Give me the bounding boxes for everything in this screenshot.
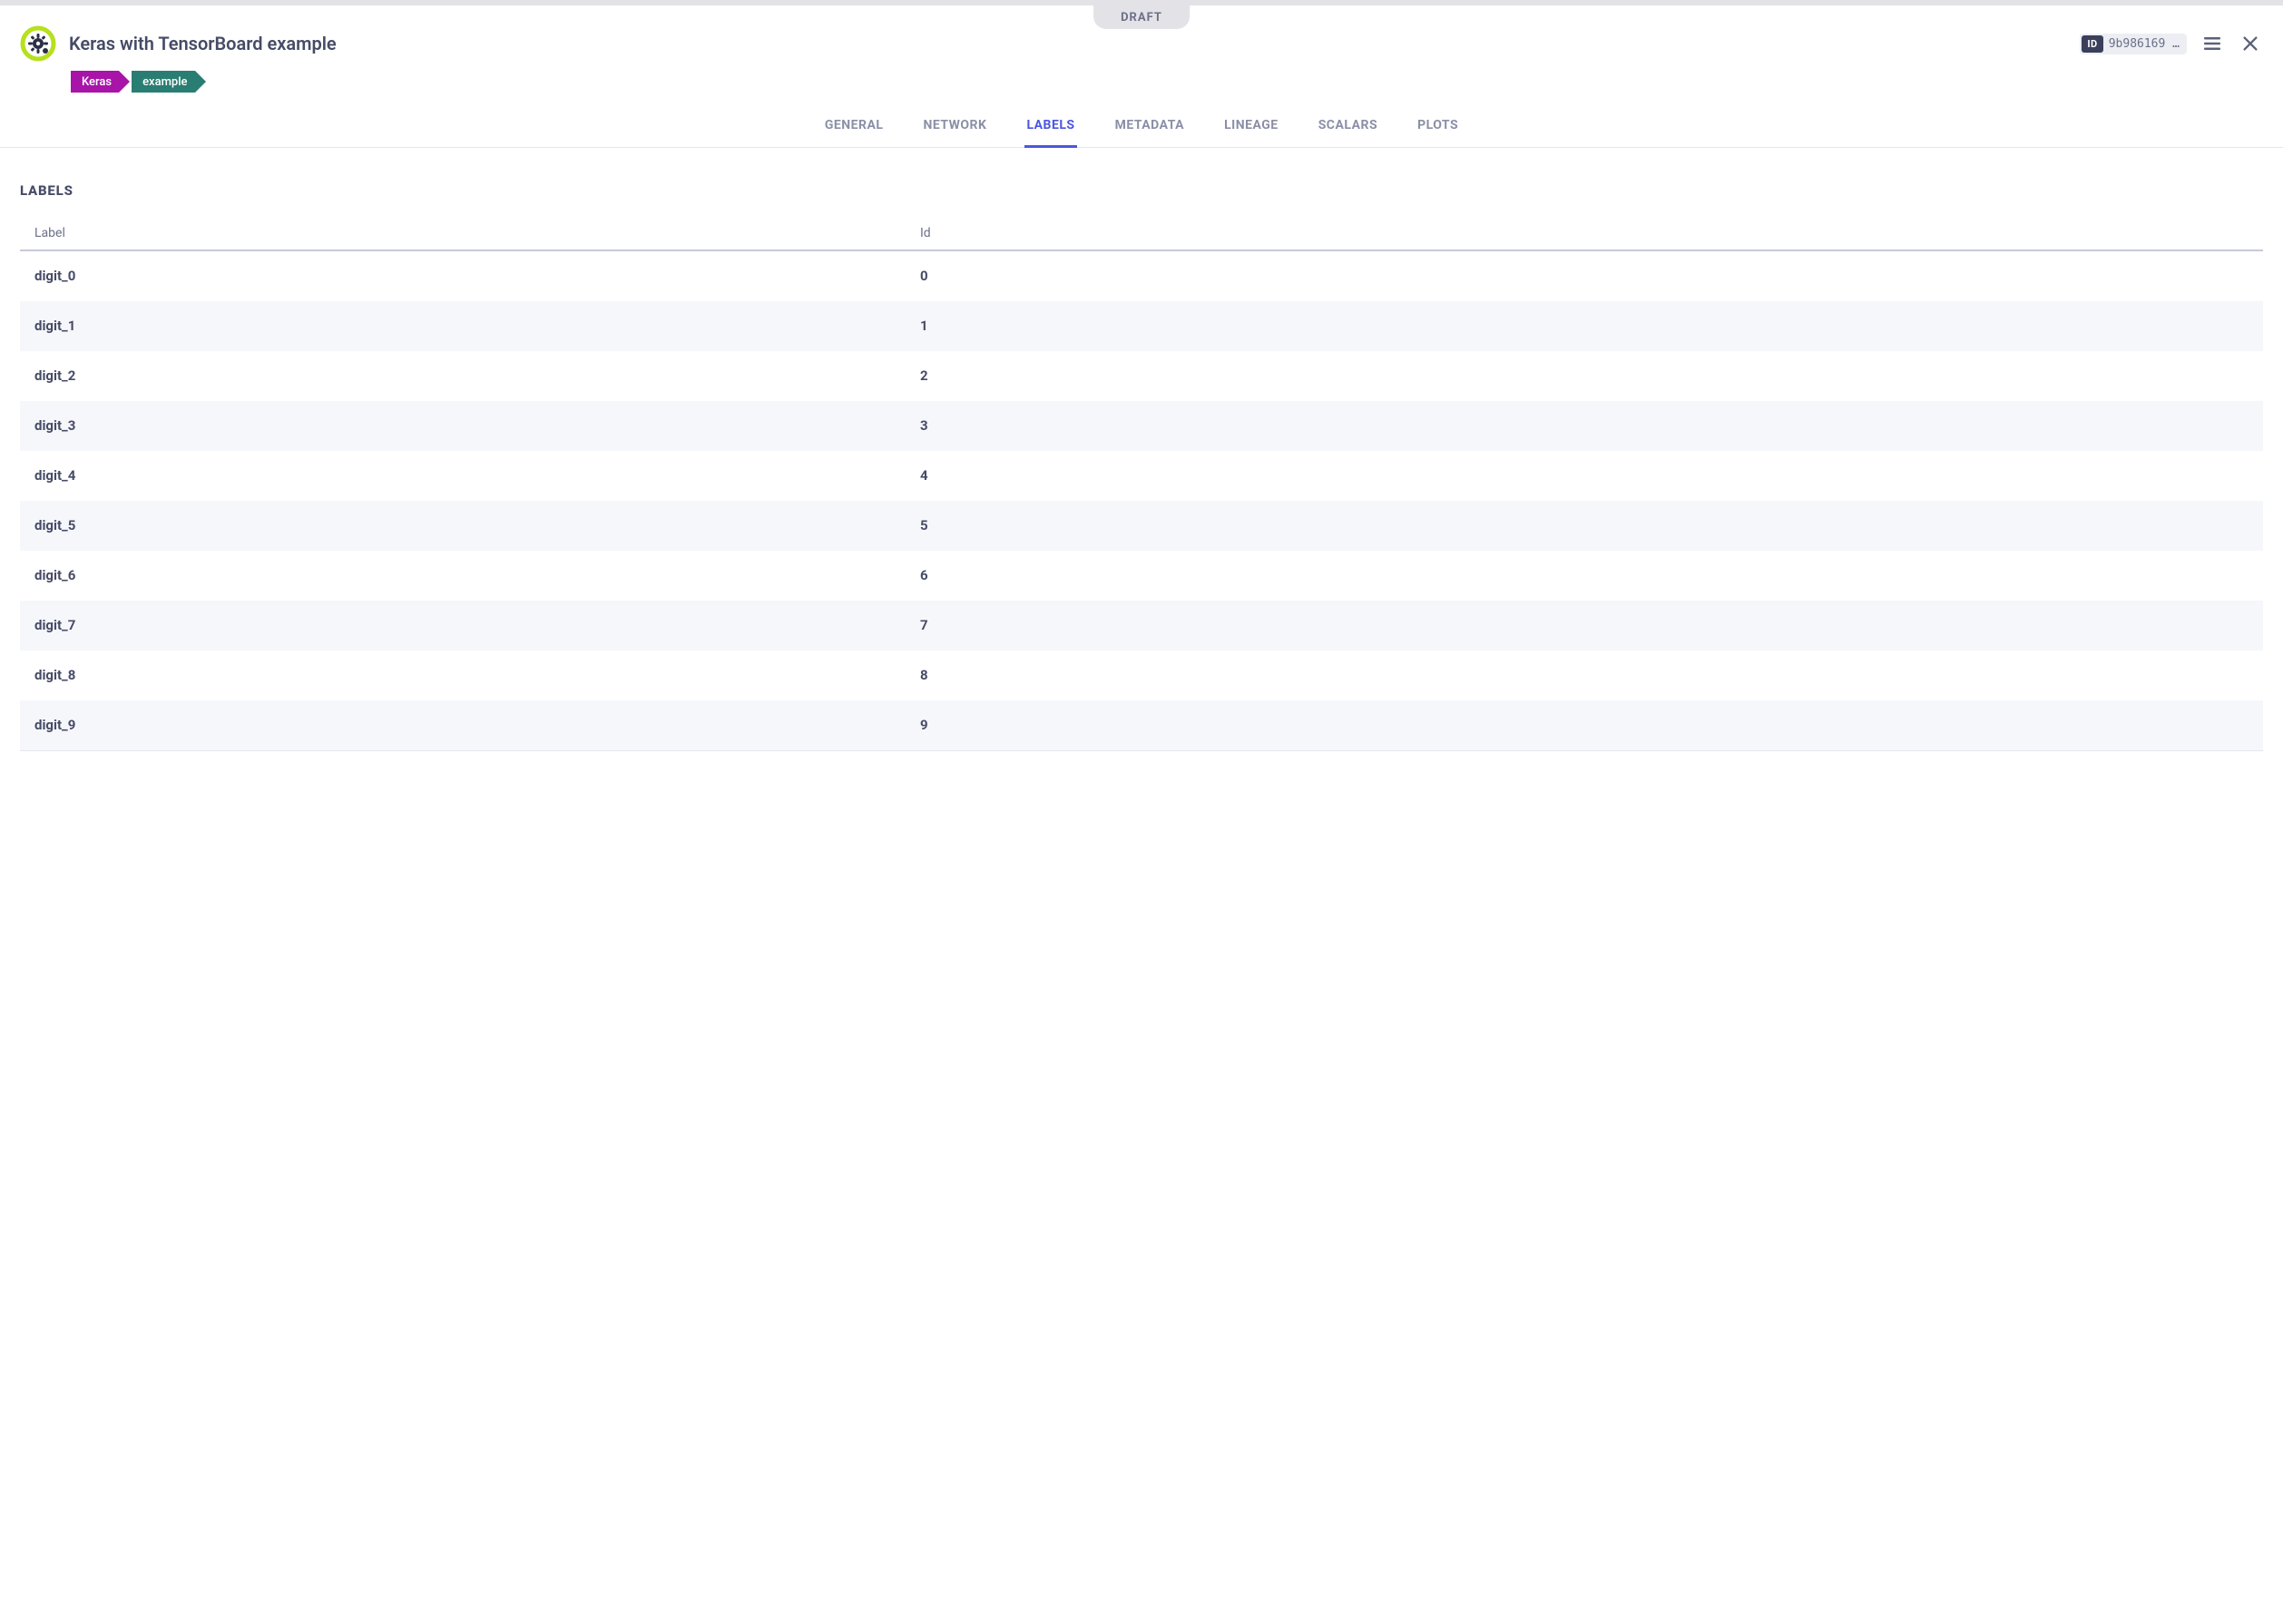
table-row[interactable]: digit_77 <box>20 601 2263 651</box>
close-button[interactable] <box>2238 31 2263 56</box>
cell-label: digit_0 <box>34 268 920 284</box>
cell-id: 3 <box>920 417 2249 434</box>
cell-label: digit_5 <box>34 517 920 533</box>
cell-id: 0 <box>920 268 2249 284</box>
table-row[interactable]: digit_88 <box>20 651 2263 700</box>
table-row[interactable]: digit_55 <box>20 501 2263 551</box>
cell-id: 4 <box>920 467 2249 484</box>
table-row[interactable]: digit_99 <box>20 700 2263 750</box>
cell-label: digit_4 <box>34 467 920 484</box>
cell-id: 5 <box>920 517 2249 533</box>
id-badge: ID <box>2082 35 2102 53</box>
page-title: Keras with TensorBoard example <box>69 33 2067 54</box>
table-row[interactable]: digit_00 <box>20 251 2263 301</box>
table-row[interactable]: digit_66 <box>20 551 2263 601</box>
menu-button[interactable] <box>2200 31 2225 56</box>
cell-id: 7 <box>920 617 2249 633</box>
tag-label: Keras <box>82 75 112 89</box>
section-title: LABELS <box>20 182 2263 199</box>
column-header-id[interactable]: Id <box>920 226 2249 240</box>
experiment-id-chip[interactable]: ID 9b986169 … <box>2080 34 2187 54</box>
column-header-label[interactable]: Label <box>34 226 920 240</box>
table-header: Label Id <box>20 217 2263 251</box>
cell-label: digit_7 <box>34 617 920 633</box>
tab-general[interactable]: GENERAL <box>823 109 886 148</box>
cell-label: digit_9 <box>34 717 920 733</box>
cell-label: digit_1 <box>34 318 920 334</box>
cell-label: digit_3 <box>34 417 920 434</box>
tab-plots[interactable]: PLOTS <box>1416 109 1460 148</box>
tag-label: example <box>142 75 187 89</box>
cell-id: 8 <box>920 667 2249 683</box>
tab-network[interactable]: NETWORK <box>921 109 988 148</box>
table-row[interactable]: digit_33 <box>20 401 2263 451</box>
cell-id: 6 <box>920 567 2249 583</box>
cell-label: digit_8 <box>34 667 920 683</box>
id-value: 9b986169 … <box>2109 37 2180 51</box>
tab-lineage[interactable]: LINEAGE <box>1222 109 1280 148</box>
tag-keras[interactable]: Keras <box>71 71 119 93</box>
cell-label: digit_2 <box>34 367 920 384</box>
labels-table: Label Id digit_00digit_11digit_22digit_3… <box>20 217 2263 751</box>
tabs: GENERAL NETWORK LABELS METADATA LINEAGE SCALA… <box>0 109 2283 148</box>
tag-example[interactable]: example <box>132 71 194 93</box>
table-row[interactable]: digit_22 <box>20 351 2263 401</box>
hamburger-icon <box>2201 33 2223 54</box>
close-icon <box>2240 34 2260 54</box>
cell-id: 2 <box>920 367 2249 384</box>
draft-badge: DRAFT <box>1093 5 1190 29</box>
cell-id: 9 <box>920 717 2249 733</box>
cell-label: digit_6 <box>34 567 920 583</box>
cell-id: 1 <box>920 318 2249 334</box>
tab-metadata[interactable]: METADATA <box>1113 109 1187 148</box>
app-logo-icon <box>20 25 56 62</box>
table-row[interactable]: digit_11 <box>20 301 2263 351</box>
tags-row: Keras example <box>0 67 2283 93</box>
tab-scalars[interactable]: SCALARS <box>1317 109 1379 148</box>
tab-labels[interactable]: LABELS <box>1024 109 1076 148</box>
table-row[interactable]: digit_44 <box>20 451 2263 501</box>
